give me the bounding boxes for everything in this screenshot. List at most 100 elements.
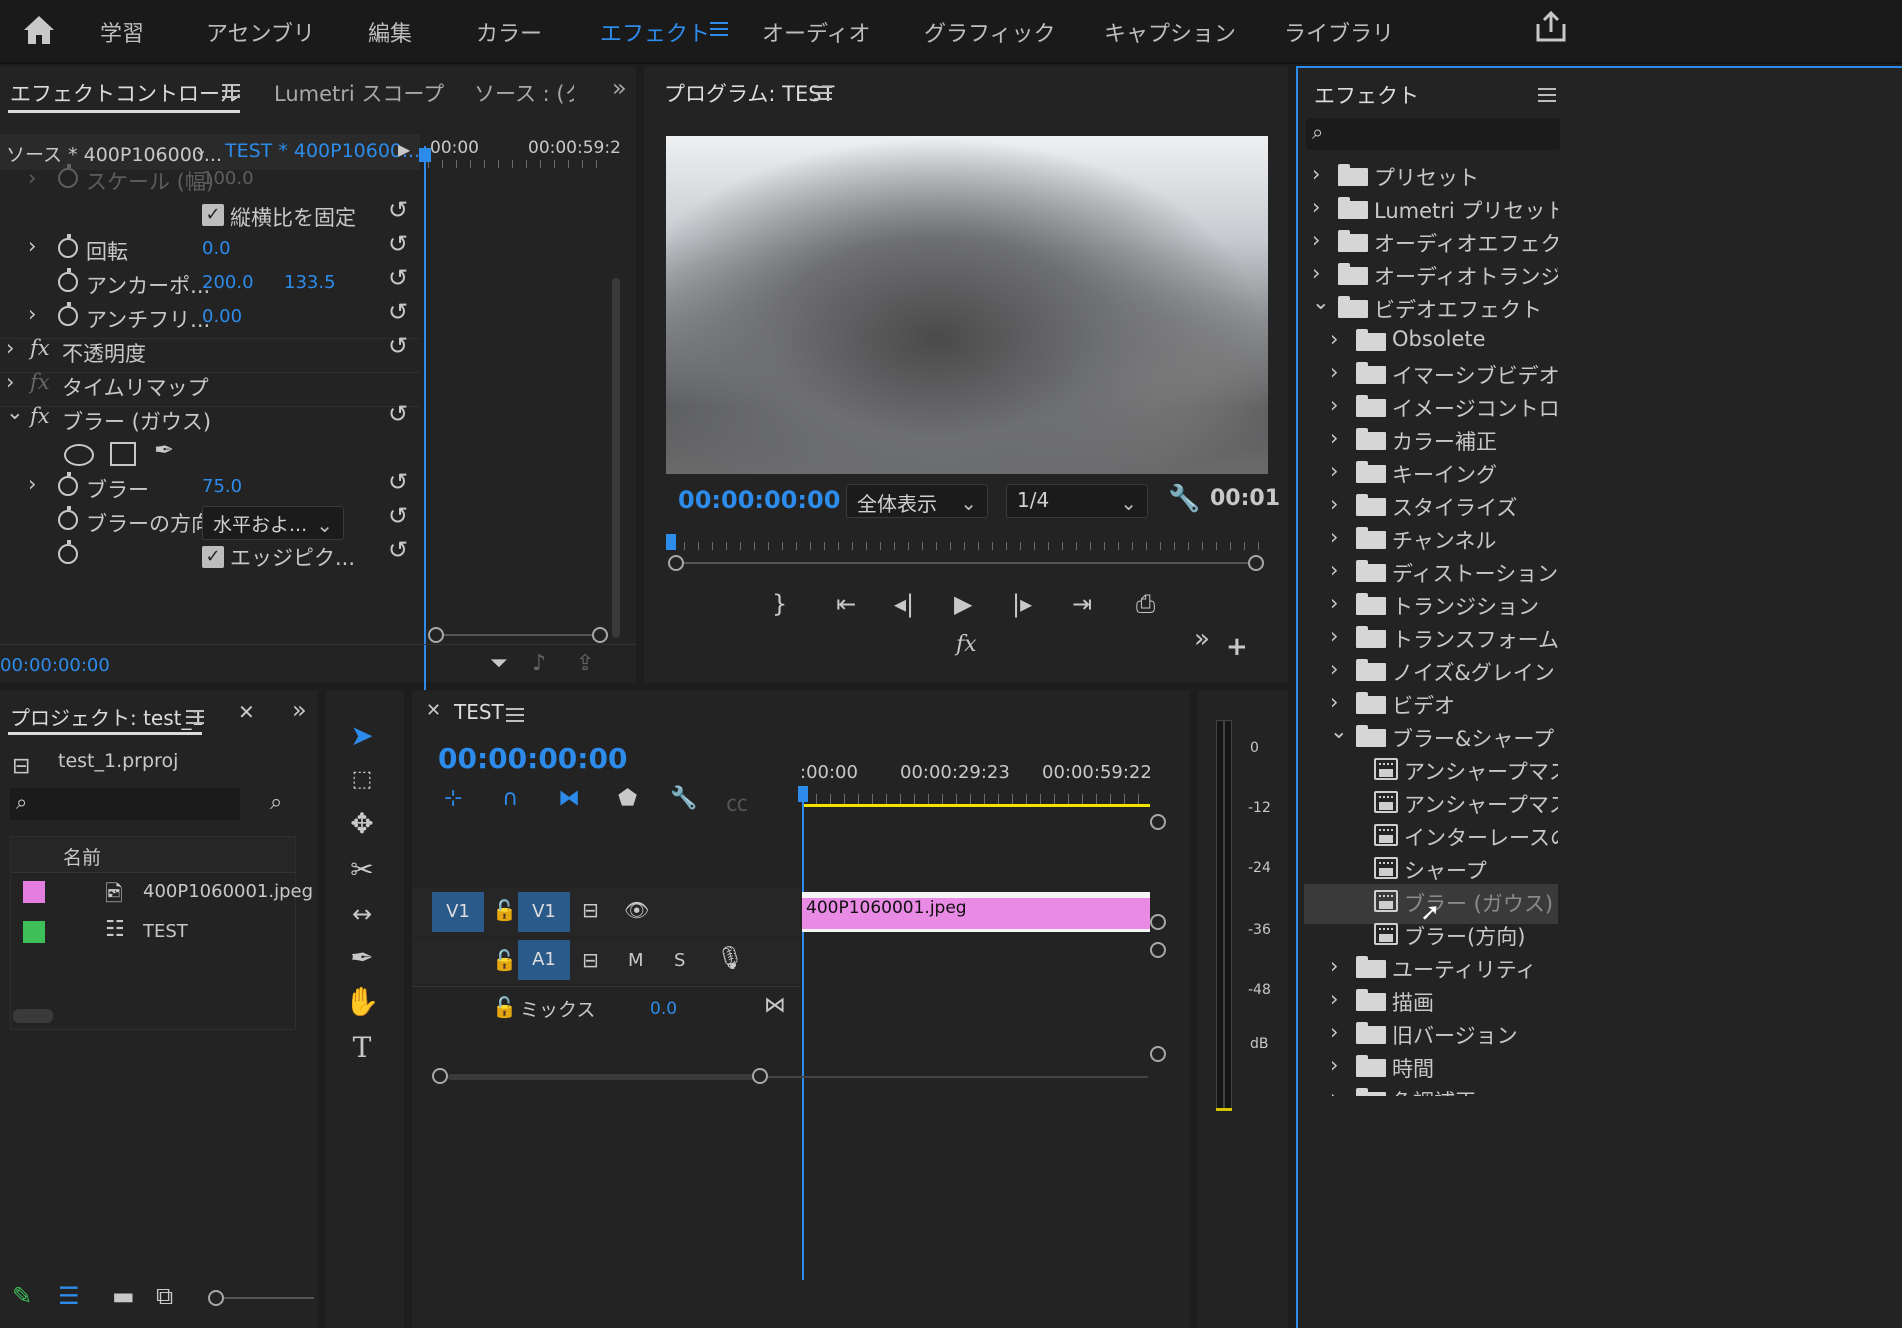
chevron-right-icon[interactable]: › xyxy=(1330,393,1338,417)
chevron-right-icon[interactable]: › xyxy=(28,302,36,326)
workspace-tab-libraries[interactable]: ライブラリ xyxy=(1284,16,1394,48)
ec-timecode[interactable]: 00:00:00:00 xyxy=(0,655,110,676)
lock-aspect-checkbox[interactable]: ✓ xyxy=(202,204,224,226)
anchor-y-value[interactable]: 133.5 xyxy=(284,272,336,293)
effects-search[interactable]: ⌕ xyxy=(1306,118,1560,150)
effects-search-input[interactable] xyxy=(1336,122,1546,146)
chevron-right-icon[interactable]: › xyxy=(1312,195,1320,219)
project-item[interactable]: ☷ TEST xyxy=(11,913,295,953)
linked-selection-icon[interactable]: ⧓ xyxy=(558,786,580,811)
program-playhead[interactable] xyxy=(666,534,676,550)
fx-icon[interactable]: fx xyxy=(956,632,977,657)
reset-icon[interactable]: ↺ xyxy=(388,468,408,496)
ec-hscroll-left[interactable] xyxy=(428,627,444,643)
go-to-out-icon[interactable]: ⇥ xyxy=(1072,590,1092,618)
reset-icon[interactable]: ↺ xyxy=(388,502,408,530)
freeform-view-icon[interactable]: ⧉ xyxy=(156,1282,173,1310)
ec-hscroll[interactable] xyxy=(434,634,602,636)
stopwatch-icon[interactable] xyxy=(58,164,78,188)
play-icon[interactable]: ▶ xyxy=(954,590,972,618)
chevron-right-icon[interactable]: › xyxy=(1330,525,1338,549)
workspace-tab-effects[interactable]: エフェクト xyxy=(600,16,710,48)
close-tab-icon[interactable]: ✕ xyxy=(426,700,441,721)
vscroll-bottom[interactable] xyxy=(1150,1046,1166,1062)
zoom-dropdown[interactable]: 全体表示 ⌄ xyxy=(846,484,988,518)
zoom-slider-handle[interactable] xyxy=(208,1290,224,1306)
reset-icon[interactable]: ↺ xyxy=(388,400,408,428)
mark-out-icon[interactable]: } xyxy=(772,590,787,618)
chevron-right-icon[interactable]: › xyxy=(1330,558,1338,582)
sync-lock-icon[interactable]: ⊟ xyxy=(582,948,599,972)
chevron-right-icon[interactable]: › xyxy=(1330,492,1338,516)
project-list-header[interactable]: 名前 xyxy=(11,837,295,873)
icon-view-icon[interactable]: ▬ xyxy=(112,1282,135,1310)
workspace-tab-edit[interactable]: 編集 xyxy=(368,16,412,48)
blurriness-value[interactable]: 75.0 xyxy=(202,476,242,497)
track-target-v1[interactable]: V1 xyxy=(518,892,570,932)
timeline-ruler[interactable] xyxy=(802,794,1150,804)
fx-icon[interactable]: fx xyxy=(30,404,50,428)
panel-menu-icon[interactable] xyxy=(1538,84,1556,106)
chevron-right-icon[interactable]: › xyxy=(1330,426,1338,450)
zoom-bar-right[interactable] xyxy=(1248,555,1264,571)
antiflicker-value[interactable]: 0.00 xyxy=(202,306,242,327)
wrench-icon[interactable]: 🔧 xyxy=(1168,484,1200,514)
chevron-right-icon[interactable]: › xyxy=(28,234,36,258)
chevron-right-icon[interactable]: › xyxy=(6,370,14,394)
chevron-right-icon[interactable]: › xyxy=(1312,228,1320,252)
wrench-icon[interactable]: 🔧 xyxy=(670,786,697,811)
workspace-tab-learn[interactable]: 学習 xyxy=(100,16,144,48)
reset-icon[interactable]: ↺ xyxy=(388,230,408,258)
workspace-menu-icon[interactable] xyxy=(710,18,728,40)
lock-icon[interactable]: 🔓 xyxy=(492,995,517,1019)
timeline-clip[interactable]: 400P1060001.jpeg xyxy=(802,892,1150,932)
rectangle-mask-icon[interactable] xyxy=(110,442,136,466)
lock-icon[interactable]: 🔓 xyxy=(492,898,517,922)
stopwatch-icon[interactable] xyxy=(58,268,78,292)
track-target-a1[interactable]: A1 xyxy=(518,940,570,980)
chevron-right-icon[interactable]: › xyxy=(1330,657,1338,681)
mix-value[interactable]: 0.0 xyxy=(650,999,677,1019)
export-frame-icon[interactable]: ⎙ xyxy=(1136,590,1155,618)
chevron-right-icon[interactable]: › xyxy=(1330,1086,1338,1096)
timeline-hscroll-thumb[interactable] xyxy=(448,1074,762,1080)
tab-effect-controls[interactable]: エフェクトコントロール xyxy=(10,78,241,108)
ec-hscroll-right[interactable] xyxy=(592,627,608,643)
project-search[interactable]: ⌕ xyxy=(10,788,240,820)
fx-icon[interactable]: fx xyxy=(30,336,50,360)
chevron-right-icon[interactable]: › xyxy=(1330,954,1338,978)
step-back-icon[interactable]: ◂| xyxy=(894,590,914,618)
selection-tool-icon[interactable]: ➤ xyxy=(340,714,384,758)
transition-icon[interactable]: ⋈ xyxy=(764,993,786,1018)
sync-lock-icon[interactable]: ⊟ xyxy=(582,898,599,922)
scale-width-value[interactable]: 100.0 xyxy=(202,168,254,189)
tab-source[interactable]: ソース : (ク xyxy=(474,78,574,108)
label-color-swatch[interactable] xyxy=(23,881,45,903)
reset-icon[interactable]: ↺ xyxy=(388,298,408,326)
mute-button[interactable]: M xyxy=(628,950,644,971)
chevron-right-icon[interactable]: › xyxy=(1330,624,1338,648)
reset-icon[interactable]: ↺ xyxy=(388,332,408,360)
chevron-right-icon[interactable]: › xyxy=(6,336,14,360)
stopwatch-icon[interactable] xyxy=(58,540,78,564)
pen-mask-icon[interactable]: ✒ xyxy=(154,436,174,464)
clip-label[interactable]: TEST * 400P10600... xyxy=(225,140,420,162)
slip-tool-icon[interactable]: ↔ xyxy=(340,892,384,936)
audio-clip-icon[interactable]: ♪ xyxy=(532,651,546,676)
ellipse-mask-icon[interactable] xyxy=(64,444,94,466)
effects-title[interactable]: エフェクト xyxy=(1314,80,1419,110)
share-icon[interactable] xyxy=(1534,10,1568,44)
workspace-tab-audio[interactable]: オーディオ xyxy=(762,16,870,48)
stopwatch-icon[interactable] xyxy=(58,234,78,258)
eye-icon[interactable]: 👁 xyxy=(624,898,649,922)
stopwatch-icon[interactable] xyxy=(58,302,78,326)
go-to-in-icon[interactable]: ⇤ xyxy=(836,590,856,618)
reset-icon[interactable]: ↺ xyxy=(388,264,408,292)
chevron-right-icon[interactable]: › xyxy=(1330,327,1338,351)
chevron-down-icon[interactable]: ⌄ xyxy=(194,140,207,159)
ripple-edit-tool-icon[interactable]: ✥ xyxy=(340,802,384,846)
zoom-slider-track[interactable] xyxy=(224,1297,314,1299)
ec-playhead[interactable] xyxy=(424,146,426,694)
source-label[interactable]: ソース * 400P106000... xyxy=(6,140,222,167)
work-area-bar[interactable] xyxy=(802,804,1150,807)
